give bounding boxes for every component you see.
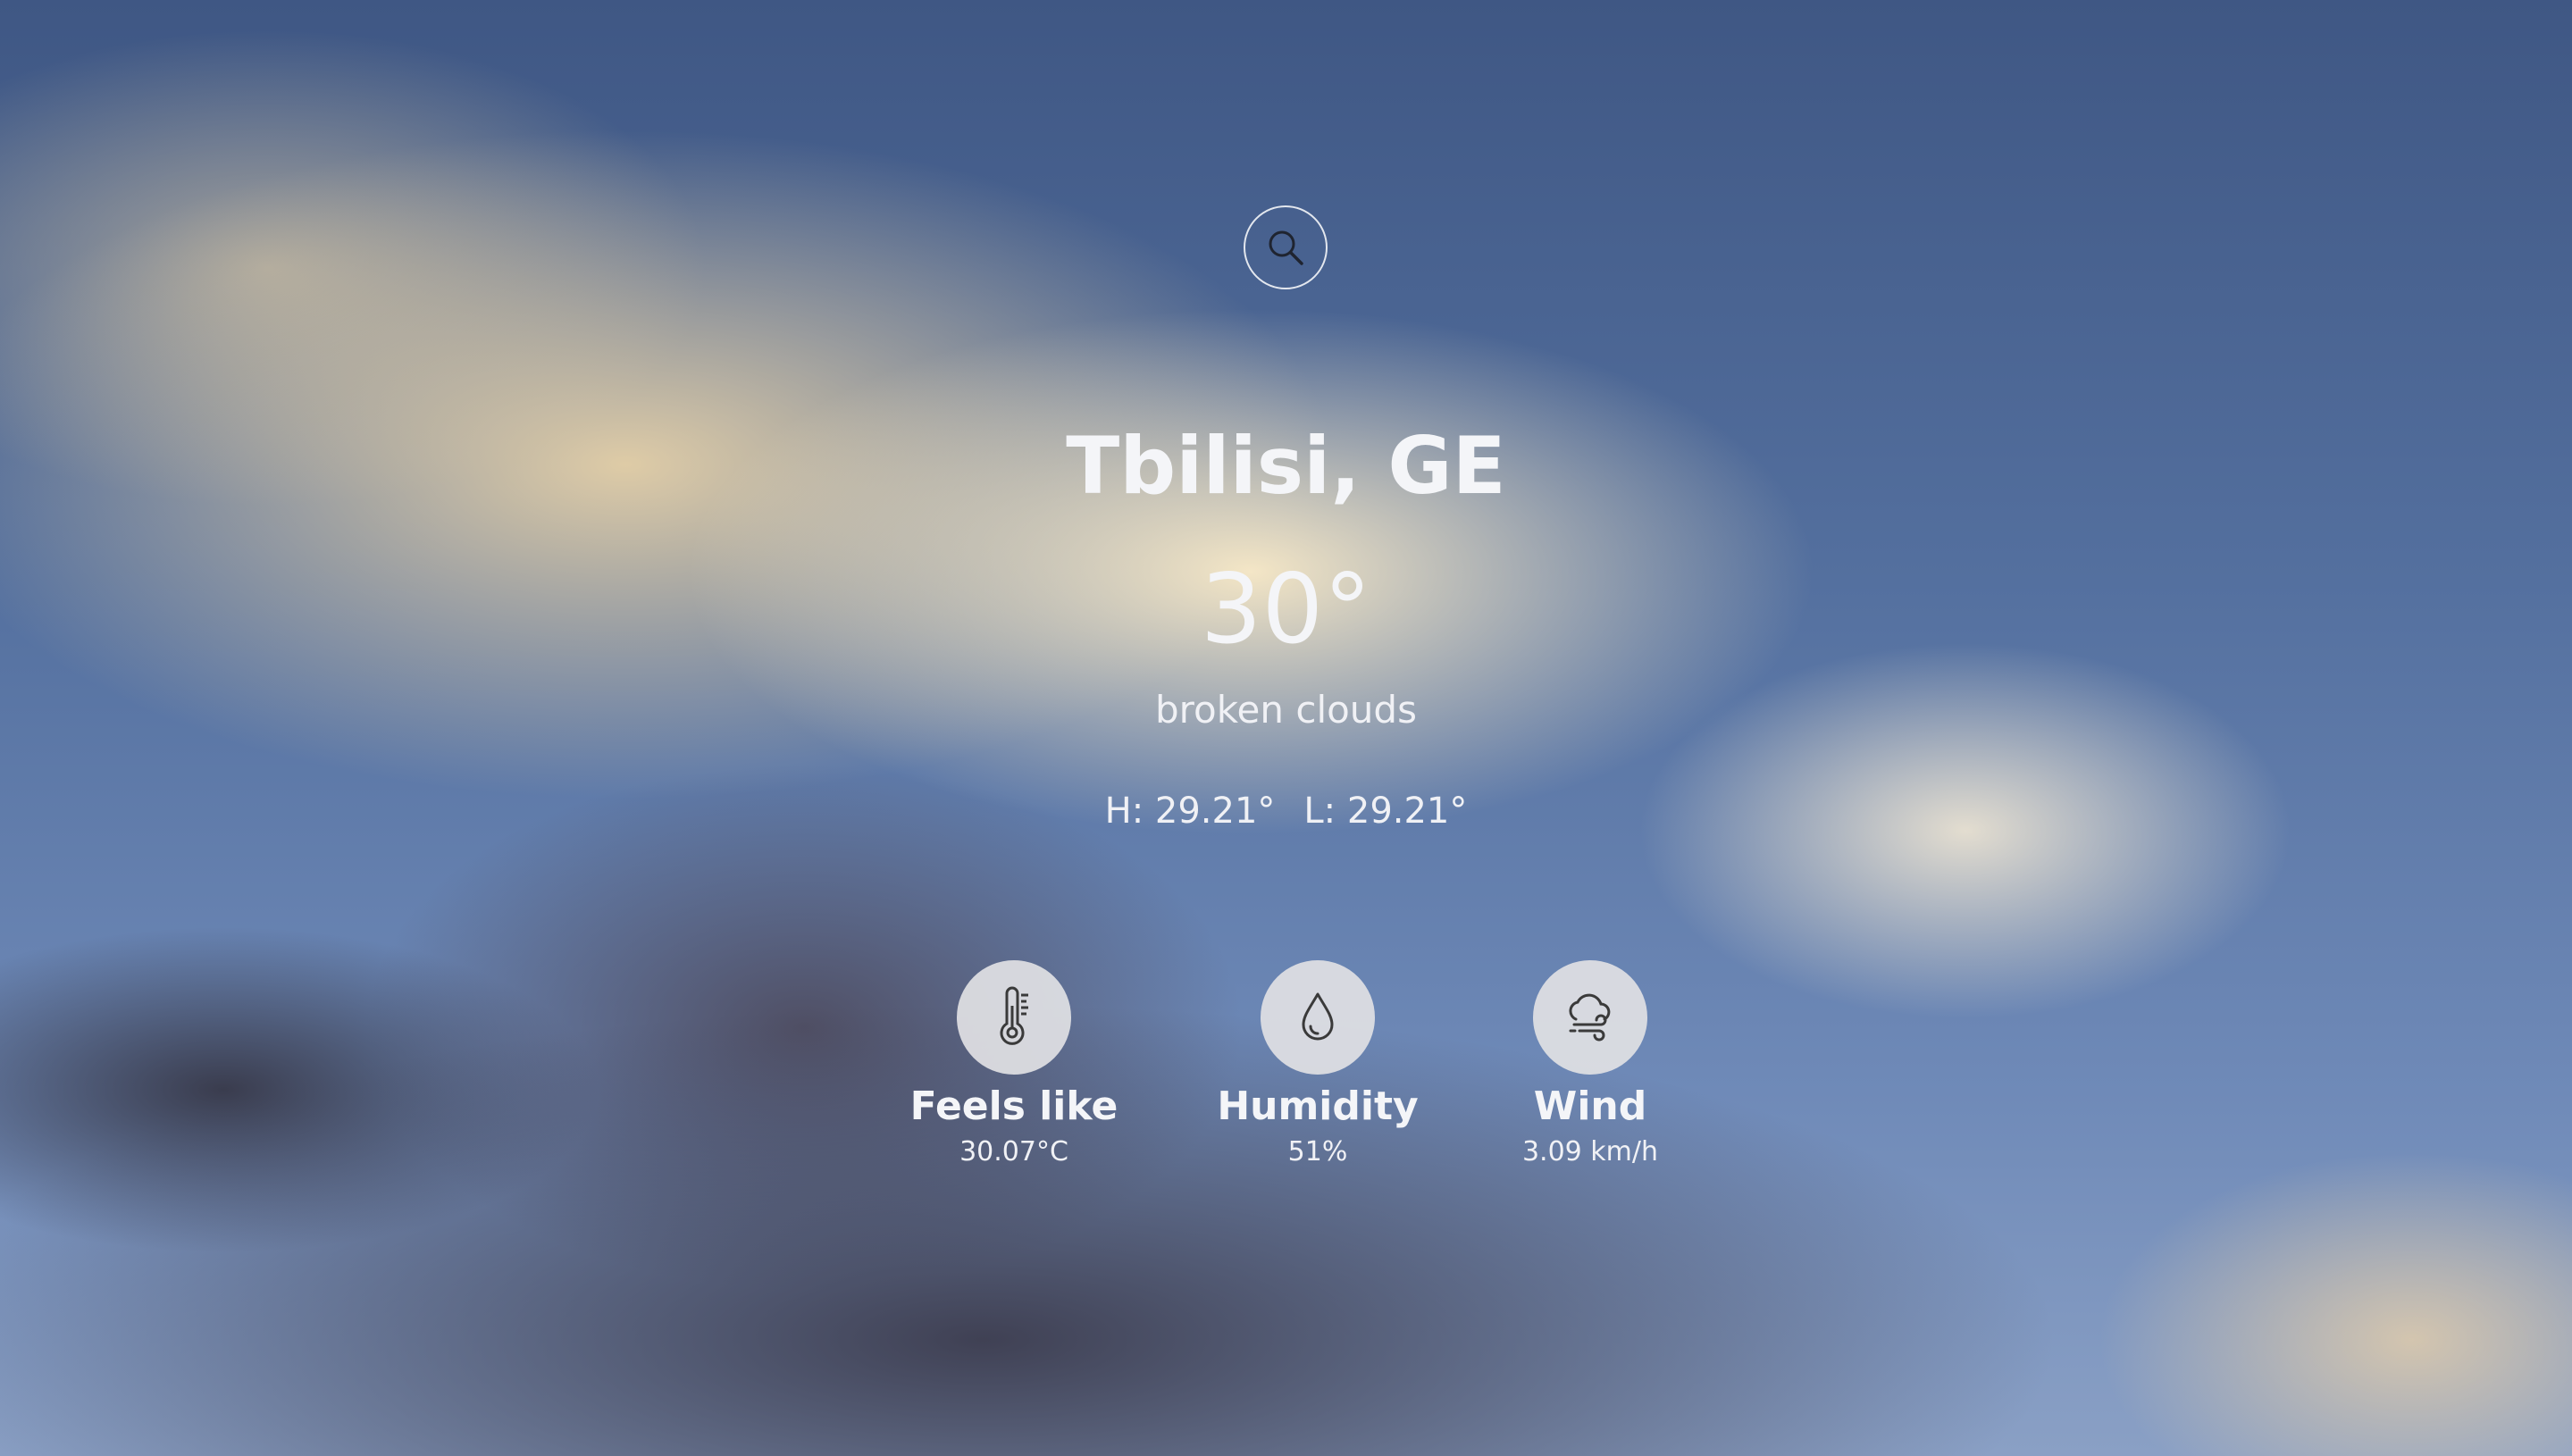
thermometer-icon	[1000, 986, 1028, 1045]
current-temperature: 30°	[1200, 554, 1372, 665]
feels-like-stat: Feels like 30.07°C	[889, 960, 1139, 1167]
feels-like-icon-circle	[957, 960, 1071, 1075]
humidity-label: Humidity	[1217, 1084, 1419, 1129]
humidity-icon-circle	[1261, 960, 1375, 1075]
wind-label: Wind	[1533, 1084, 1647, 1129]
city-name: Tbilisi, GE	[1066, 420, 1506, 512]
weather-description: broken clouds	[1155, 688, 1417, 732]
high-temperature: H: 29.21°	[1104, 791, 1276, 832]
low-temperature: L: 29.21°	[1303, 791, 1468, 832]
humidity-stat: Humidity 51%	[1193, 960, 1443, 1167]
search-button[interactable]	[1244, 205, 1328, 289]
search-icon	[1269, 230, 1303, 265]
high-low-temperatures: H: 29.21° L: 29.21°	[0, 791, 2572, 832]
wind-stat: Wind 3.09 km/h	[1465, 960, 1715, 1167]
feels-like-label: Feels like	[909, 1084, 1118, 1129]
wind-icon-circle	[1533, 960, 1647, 1075]
feels-like-value: 30.07°C	[959, 1136, 1068, 1167]
wind-value: 3.09 km/h	[1521, 1136, 1659, 1167]
humidity-value: 51%	[1287, 1136, 1348, 1167]
wind-cloud-icon	[1569, 993, 1611, 1042]
water-drop-icon	[1302, 992, 1334, 1041]
